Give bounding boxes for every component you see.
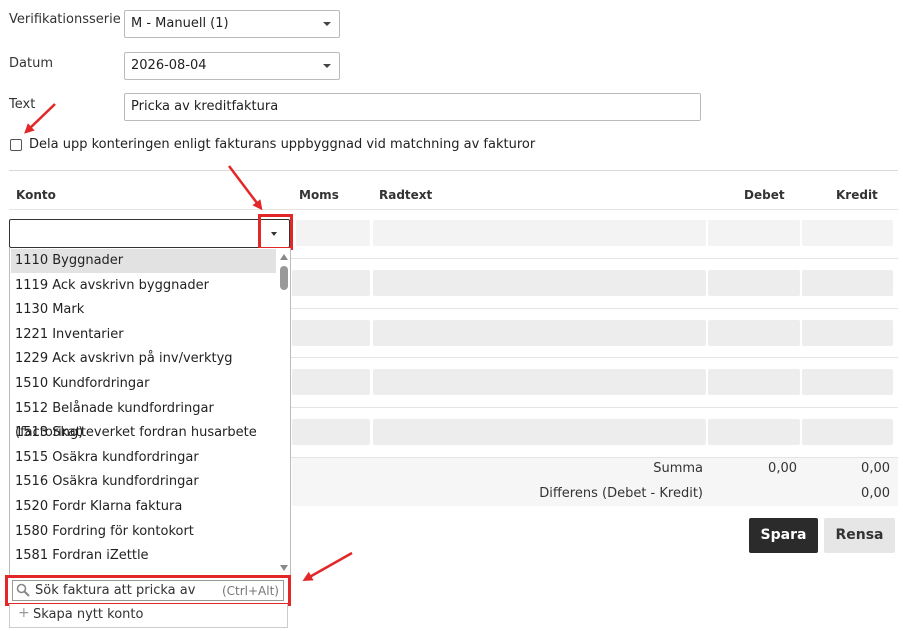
col-header-moms: Moms [299, 188, 339, 202]
dropdown-item[interactable]: 1130 Mark [11, 298, 276, 322]
text-input-value: Pricka av kreditfaktura [131, 99, 279, 114]
series-select[interactable]: M - Manuell (1) [124, 10, 340, 38]
dropdown-item[interactable]: 1513 Skatteverket fordran husarbete [11, 421, 276, 445]
search-icon [16, 583, 30, 597]
col-header-radtext: Radtext [379, 188, 433, 202]
row2-radtext-cell[interactable] [373, 270, 706, 296]
annotation-highlight-box [258, 214, 293, 250]
save-button[interactable]: Spara [749, 518, 818, 553]
row5-debet-cell[interactable] [708, 419, 800, 445]
dropdown-item[interactable]: 1580 Fordring för kontokort [11, 520, 276, 544]
dropdown-item[interactable]: 1229 Ack avskrivn på inv/verktyg [11, 347, 276, 371]
dropdown-item[interactable]: 1510 Kundfordringar [11, 372, 276, 396]
col-header-kredit: Kredit [836, 188, 878, 202]
row1-radtext-cell[interactable] [373, 220, 706, 246]
section-divider [9, 170, 898, 171]
date-select-value: 2026-08-04 [131, 58, 207, 73]
plus-icon: + [18, 605, 30, 621]
header-divider [9, 209, 898, 210]
dropdown-scrollbar[interactable] [277, 248, 290, 577]
dropdown-item[interactable]: 1221 Inventarier [11, 323, 276, 347]
clear-button[interactable]: Rensa [824, 518, 895, 553]
row1-kredit-cell[interactable] [802, 220, 893, 246]
row4-debet-cell[interactable] [708, 369, 800, 395]
invoice-search-label: Sök faktura att pricka av [35, 583, 196, 598]
dropdown-item[interactable]: 1520 Fordr Klarna faktura [11, 495, 276, 519]
dropdown-item[interactable]: 1119 Ack avskrivn byggnader [11, 274, 276, 298]
dropdown-item[interactable]: 1516 Osäkra kundfordringar [11, 470, 276, 494]
col-header-konto: Konto [16, 188, 56, 202]
konto-dropdown-list: 1110 Byggnader 1119 Ack avskrivn byggnade… [9, 248, 291, 578]
row3-moms-cell[interactable] [292, 320, 370, 346]
text-label: Text [9, 97, 36, 112]
dropdown-item[interactable]: 1515 Osäkra kundfordringar [11, 446, 276, 470]
summa-kredit-value: 0,00 [861, 461, 890, 476]
invoice-search-option[interactable]: Sök faktura att pricka av (Ctrl+Alt) [12, 580, 284, 601]
diff-label: Differens (Debet - Kredit) [539, 486, 703, 501]
split-checkbox-label: Dela upp konteringen enligt fakturans up… [29, 137, 536, 152]
scroll-thumb[interactable] [280, 266, 288, 290]
row3-debet-cell[interactable] [708, 320, 800, 346]
split-checkbox[interactable] [10, 139, 22, 151]
row4-kredit-cell[interactable] [802, 369, 893, 395]
row4-moms-cell[interactable] [292, 369, 370, 395]
series-label: Verifikationsserie [9, 12, 121, 27]
col-header-debet: Debet [744, 188, 785, 202]
annotation-search-highlight: Sök faktura att pricka av (Ctrl+Alt) [5, 575, 291, 606]
arrow-to-search [302, 551, 353, 581]
row5-moms-cell[interactable] [292, 419, 370, 445]
create-account-label: Skapa nytt konto [33, 607, 144, 622]
date-label: Datum [9, 56, 53, 71]
row3-radtext-cell[interactable] [373, 320, 706, 346]
scroll-down-icon[interactable] [280, 565, 288, 571]
konto-input[interactable] [9, 219, 290, 248]
row5-kredit-cell[interactable] [802, 419, 893, 445]
row1-debet-cell[interactable] [708, 220, 800, 246]
arrow-to-dropdown-button [228, 165, 263, 211]
date-select[interactable]: 2026-08-04 [124, 52, 340, 80]
series-select-value: M - Manuell (1) [131, 16, 229, 31]
text-input[interactable]: Pricka av kreditfaktura [124, 93, 701, 121]
summa-debet-value: 0,00 [768, 461, 797, 476]
summa-label: Summa [653, 461, 703, 476]
row2-kredit-cell[interactable] [802, 270, 893, 296]
row2-moms-cell[interactable] [292, 270, 370, 296]
create-account-option[interactable]: + Skapa nytt konto [9, 604, 288, 628]
row1-moms-cell[interactable] [296, 220, 370, 246]
diff-value: 0,00 [861, 486, 890, 501]
row4-radtext-cell[interactable] [373, 369, 706, 395]
row5-radtext-cell[interactable] [373, 419, 706, 445]
chevron-down-icon [323, 22, 331, 26]
row2-debet-cell[interactable] [708, 270, 800, 296]
chevron-down-icon [323, 64, 331, 68]
scroll-up-icon[interactable] [280, 254, 288, 260]
dropdown-item[interactable]: 1110 Byggnader [11, 249, 276, 273]
dropdown-item[interactable]: 1512 Belånade kundfordringar (factoring) [11, 397, 276, 440]
invoice-search-shortcut: (Ctrl+Alt) [221, 584, 279, 598]
row3-kredit-cell[interactable] [802, 320, 893, 346]
dropdown-item[interactable]: 1581 Fordran iZettle [11, 544, 276, 568]
